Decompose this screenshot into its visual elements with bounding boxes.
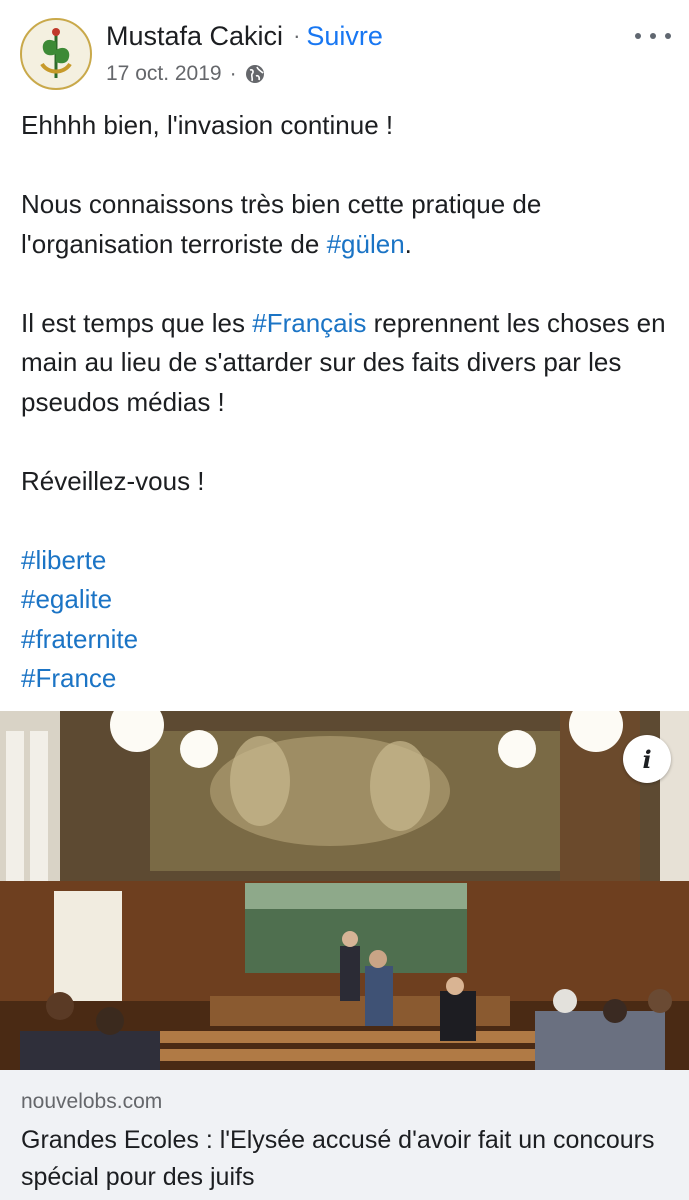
paragraph-text: . [404,228,412,259]
hashtag-link[interactable]: #gülen [327,229,405,259]
hashtag-link[interactable]: #fraternite [21,620,671,660]
author-row: Mustafa Cakici · Suivre [106,18,383,54]
meta-separator: · [229,62,237,85]
hashtag-link[interactable]: #Français [252,308,366,338]
paragraph-text: Nous connaissons très bien cette pratiqu… [21,189,542,259]
paragraph-text: Il est temps que les [21,307,253,338]
globe-icon [245,65,264,83]
author-avatar[interactable] [20,18,92,90]
post-paragraph: Il est temps que les #Français reprennen… [21,304,671,423]
link-title[interactable]: Grandes Ecoles : l'Elysée accusé d'avoir… [21,1122,671,1196]
hashtag-link[interactable]: #egalite [21,580,671,620]
post-line: Ehhhh bien, l'invasion continue ! [21,110,394,140]
post-date[interactable]: 17 oct. 2019 [106,62,222,86]
link-preview-image[interactable]: i [0,711,689,1070]
follow-button[interactable]: Suivre [306,21,383,52]
more-dot [665,33,671,39]
lecture-hall-photo [0,711,689,1070]
post-text: Ehhhh bien, l'invasion continue ! Nous c… [21,106,671,699]
more-dot [635,33,641,39]
post-paragraph: Nous connaissons très bien cette pratiqu… [21,185,671,264]
info-icon[interactable]: i [623,735,671,783]
more-dot [650,33,656,39]
post-header: Mustafa Cakici · Suivre 17 oct. 2019 · [0,0,689,100]
hashtag-link[interactable]: #France [21,659,671,699]
link-preview-card[interactable]: nouvelobs.com Grandes Ecoles : l'Elysée … [0,1070,689,1200]
name-separator: · [293,23,301,48]
author-name[interactable]: Mustafa Cakici [106,21,283,52]
more-options-icon[interactable] [635,26,671,46]
post-line: Réveillez-vous ! [21,465,205,496]
avatar-emblem-icon [23,21,89,87]
post-meta: 17 oct. 2019 · [106,60,265,88]
link-domain: nouvelobs.com [21,1090,163,1113]
hashtag-link[interactable]: #liberte [21,541,671,581]
